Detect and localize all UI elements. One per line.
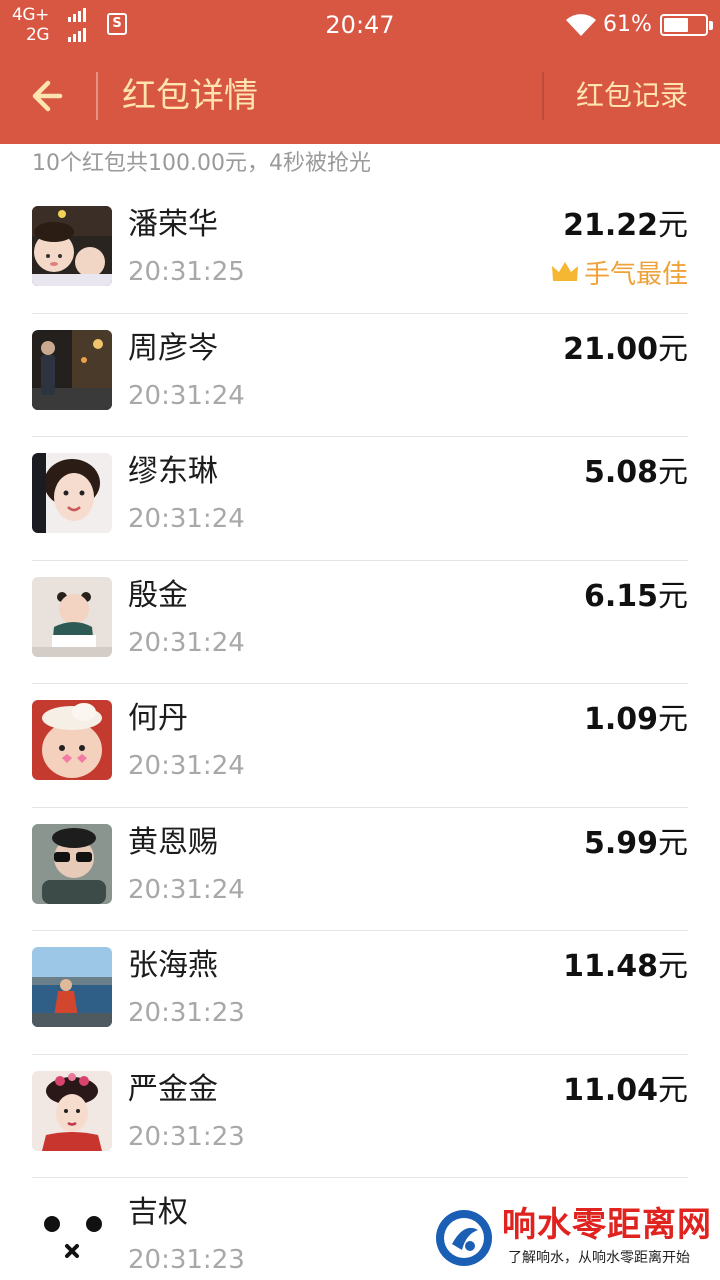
battery-percent: 61%	[603, 12, 652, 37]
avatar[interactable]	[32, 947, 112, 1027]
wifi-icon	[566, 14, 596, 36]
amount-unit: 元	[658, 208, 688, 243]
amount-unit: 元	[658, 331, 688, 367]
avatar-photo-icon	[32, 206, 112, 286]
amount-unit: 元	[658, 578, 688, 614]
recipient-name: 殷金	[128, 577, 188, 613]
amount-value: 11.04	[563, 1072, 658, 1108]
amount-value: 5.08	[583, 455, 658, 490]
amount-unit: 元	[658, 949, 688, 984]
recipient-name: 黄恩赐	[128, 824, 218, 860]
avatar-photo-icon	[32, 1194, 112, 1274]
amount-value: 1.09	[583, 702, 658, 737]
recipient-name: 潘荣华	[128, 207, 218, 242]
avatar-photo-icon	[32, 823, 112, 904]
red-packet-record-button[interactable]: 红包记录	[576, 76, 688, 116]
recipient-name: 缪东琳	[128, 454, 218, 489]
receive-time: 20:31:24	[128, 874, 245, 905]
packet-summary: 10个红包共100.00元，4秒被抢光	[32, 151, 371, 176]
status-bar: 4G+ 2G S 20:47 61%	[0, 0, 720, 48]
watermark-subtitle: 了解响水，从响水零距离开始	[508, 1250, 690, 1266]
avatar-photo-icon	[32, 453, 112, 533]
receive-time: 20:31:24	[128, 504, 245, 534]
amount: 11.04元	[563, 1071, 688, 1111]
list-item[interactable]: 殷金 20:31:24 6.15元	[0, 561, 720, 684]
avatar[interactable]	[32, 823, 112, 904]
amount-value: 11.48	[563, 949, 658, 984]
amount-value: 5.99	[583, 825, 658, 861]
avatar[interactable]	[32, 329, 112, 410]
avatar[interactable]	[32, 1194, 112, 1274]
avatar-photo-icon	[32, 329, 112, 410]
battery-icon	[660, 14, 713, 36]
back-button[interactable]	[20, 70, 76, 122]
list-item[interactable]: 黄恩赐 20:31:24 5.99元	[0, 808, 720, 931]
list-item[interactable]: 缪东琳 20:31:24 5.08元	[0, 437, 720, 561]
recipient-list: 潘荣华 20:31:25 21.22元 手气最佳 周彦岑 20:31:24 21…	[0, 190, 720, 1280]
avatar-photo-icon	[32, 700, 112, 780]
avatar[interactable]	[32, 1070, 112, 1151]
avatar-photo-icon	[32, 1070, 112, 1151]
amount-value: 21.22	[563, 208, 658, 243]
avatar-photo-icon	[32, 576, 112, 657]
receive-time: 20:31:23	[128, 1121, 245, 1152]
avatar[interactable]	[32, 576, 112, 657]
watermark-title: 响水零距离网	[502, 1205, 712, 1245]
recipient-name: 吉权	[128, 1195, 188, 1230]
nav-bar: 红包详情 红包记录	[0, 48, 720, 144]
amount-unit: 元	[658, 455, 688, 490]
amount: 5.99元	[584, 824, 688, 864]
avatar[interactable]	[32, 700, 112, 780]
list-item[interactable]: 何丹 20:31:24 1.09元	[0, 684, 720, 808]
list-item[interactable]: 严金金 20:31:23 11.04元	[0, 1055, 720, 1178]
list-item[interactable]: 潘荣华 20:31:25 21.22元 手气最佳	[0, 190, 720, 314]
avatar[interactable]	[32, 453, 112, 533]
site-logo-icon	[436, 1210, 492, 1266]
receive-time: 20:31:24	[128, 627, 245, 658]
avatar-photo-icon	[32, 947, 112, 1027]
receive-time: 20:31:24	[128, 751, 245, 781]
receive-time: 20:31:23	[128, 1245, 245, 1275]
recipient-name: 周彦岑	[128, 330, 218, 366]
battery-fill	[664, 18, 689, 32]
amount-value: 6.15	[583, 578, 658, 614]
page-title: 红包详情	[122, 76, 258, 116]
amount: 21.22元	[563, 206, 688, 246]
receive-time: 20:31:23	[128, 998, 245, 1028]
amount-value: 21.00	[563, 331, 658, 367]
amount: 21.00元	[563, 330, 688, 370]
amount: 6.15元	[584, 577, 688, 617]
best-luck-label: 手气最佳	[583, 259, 688, 290]
recipient-name: 何丹	[128, 701, 188, 736]
amount: 5.08元	[584, 453, 688, 493]
amount: 11.48元	[563, 947, 688, 987]
amount-unit: 元	[658, 702, 688, 737]
site-watermark: 响水零距离网 了解响水，从响水零距离开始	[430, 1204, 720, 1280]
amount-unit: 元	[658, 1072, 688, 1108]
recipient-name: 严金金	[128, 1071, 218, 1107]
nav-divider	[96, 72, 98, 120]
nav-divider	[542, 72, 544, 120]
list-item[interactable]: 张海燕 20:31:23 11.48元	[0, 931, 720, 1055]
best-luck-badge: 手气最佳	[550, 254, 688, 290]
recipient-name: 张海燕	[128, 948, 218, 983]
arrow-left-icon	[32, 80, 63, 112]
crown-icon	[551, 262, 578, 281]
amount: 1.09元	[584, 700, 688, 740]
avatar[interactable]	[32, 206, 112, 286]
receive-time: 20:31:24	[128, 380, 245, 411]
list-item[interactable]: 周彦岑 20:31:24 21.00元	[0, 314, 720, 437]
receive-time: 20:31:25	[128, 257, 245, 287]
amount-unit: 元	[658, 825, 688, 861]
